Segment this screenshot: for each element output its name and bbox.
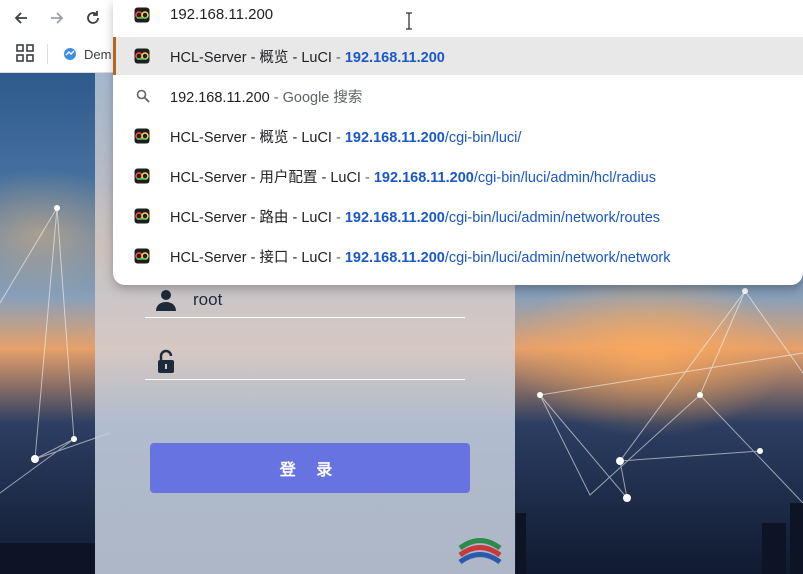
- arrow-right-icon: [51, 12, 64, 24]
- address-bar-input[interactable]: 192.168.11.200: [113, 0, 803, 32]
- suggestion-item[interactable]: HCL-Server - 路由 - LuCI - 192.168.11.200/…: [113, 197, 803, 235]
- bookmark-item[interactable]: Dem: [62, 44, 111, 64]
- suggestion-item[interactable]: HCL-Server - 概览 - LuCI - 192.168.11.200/…: [113, 117, 803, 155]
- suggestion-title: HCL-Server - 概览 - LuCI: [170, 49, 332, 66]
- arrow-left-icon: [14, 12, 27, 24]
- login-button[interactable]: 登 录: [150, 443, 470, 493]
- suggestion-text: HCL-Server - 概览 - LuCI - 192.168.11.200/…: [170, 126, 521, 147]
- text-cursor-icon: [406, 12, 412, 30]
- suggestion-text: 192.168.11.200 - Google 搜索: [170, 86, 362, 107]
- suggestion-separator: -: [360, 169, 374, 186]
- suggestion-text: HCL-Server - 路由 - LuCI - 192.168.11.200/…: [170, 206, 660, 227]
- luci-favicon-icon: [134, 7, 150, 23]
- luci-favicon-icon: [134, 128, 150, 144]
- address-bar-text: 192.168.11.200: [170, 6, 274, 23]
- luci-favicon-icon: [134, 168, 150, 184]
- suggestion-item-search[interactable]: 192.168.11.200 - Google 搜索: [113, 77, 803, 115]
- luci-favicon-icon: [134, 48, 150, 64]
- suggestion-path: /cgi-bin/luci/admin/network/routes: [444, 209, 661, 226]
- suggestion-path: /cgi-bin/luci/: [444, 129, 522, 146]
- suggestion-item[interactable]: HCL-Server - 接口 - LuCI - 192.168.11.200/…: [113, 237, 803, 275]
- suggestion-text: HCL-Server - 概览 - LuCI - 192.168.11.200: [170, 46, 445, 67]
- suggestion-title: HCL-Server - 路由 - LuCI: [170, 209, 332, 226]
- username-value: root: [193, 290, 223, 309]
- suggestion-title: HCL-Server - 用户配置 - LuCI: [170, 169, 361, 186]
- suggestion-separator: -: [331, 209, 345, 226]
- luci-favicon-icon: [134, 248, 150, 264]
- search-icon: [136, 89, 150, 103]
- bookmark-favicon-icon: [64, 48, 76, 60]
- user-icon: [156, 290, 176, 311]
- suggestion-separator: -: [331, 129, 345, 146]
- suggestion-host: 192.168.11.200: [344, 129, 445, 146]
- suggestion-separator: -: [331, 49, 345, 66]
- suggestion-item[interactable]: HCL-Server - 概览 - LuCI - 192.168.11.200: [113, 37, 803, 75]
- suggestion-text: HCL-Server - 接口 - LuCI - 192.168.11.200/…: [170, 246, 671, 267]
- suggestion-host: 192.168.11.200: [344, 209, 445, 226]
- bookmark-label: Dem: [84, 46, 112, 62]
- omnibox-dropdown: 192.168.11.200 HCL-Server - 概览 - LuCI - …: [113, 0, 803, 285]
- forward-button[interactable]: [45, 6, 69, 30]
- unlock-icon: [158, 349, 174, 373]
- suggestion-path: /cgi-bin/luci/admin/network/network: [444, 249, 671, 266]
- luci-favicon-icon: [134, 208, 150, 224]
- suggestion-title: HCL-Server - 概览 - LuCI: [170, 129, 332, 146]
- bookmarks-separator: [47, 44, 48, 64]
- suggestion-suffix: - Google 搜索: [269, 89, 363, 106]
- suggestion-host: 192.168.11.200: [344, 249, 445, 266]
- suggestion-separator: -: [331, 249, 345, 266]
- reload-button[interactable]: [81, 6, 105, 30]
- suggestion-text: HCL-Server - 用户配置 - LuCI - 192.168.11.20…: [170, 166, 656, 187]
- apps-grid-icon[interactable]: [16, 44, 34, 62]
- back-button[interactable]: [9, 6, 33, 30]
- brand-logo-icon: [458, 538, 502, 565]
- suggestion-path: /cgi-bin/luci/admin/hcl/radius: [473, 169, 656, 186]
- suggestion-title: HCL-Server - 接口 - LuCI: [170, 249, 332, 266]
- password-field[interactable]: [145, 345, 465, 380]
- suggestion-host: 192.168.11.200: [344, 49, 445, 66]
- username-field[interactable]: root: [145, 283, 465, 318]
- suggestion-query: 192.168.11.200: [170, 89, 270, 106]
- suggestion-host: 192.168.11.200: [373, 169, 474, 186]
- reload-icon: [87, 11, 99, 24]
- suggestion-item[interactable]: HCL-Server - 用户配置 - LuCI - 192.168.11.20…: [113, 157, 803, 195]
